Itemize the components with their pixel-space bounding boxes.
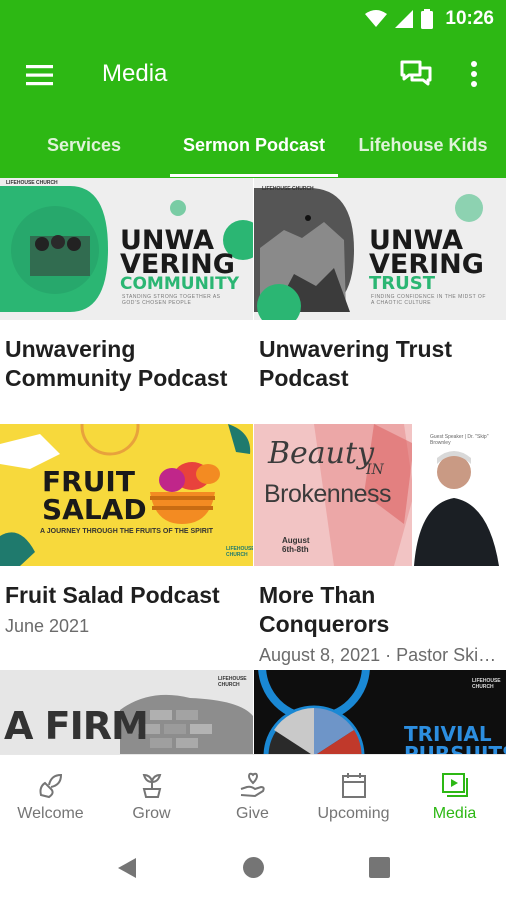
thumb-line1: FRUIT	[42, 465, 135, 498]
active-tab-indicator	[170, 174, 338, 177]
thumb-dates: August 6th-8th	[282, 536, 310, 554]
nav-media[interactable]: Media	[404, 755, 505, 843]
thumbnail-trivial-pursuits: TRIVIAL PURSUITS LIFEHOUSE CHURCH	[254, 670, 506, 754]
card-title: Fruit Salad Podcast	[5, 582, 220, 608]
menu-icon[interactable]	[25, 60, 55, 90]
nav-upcoming[interactable]: Upcoming	[303, 755, 404, 843]
thumb-brand: LIFEHOUSE CHURCH	[6, 180, 58, 186]
thumb-brand: LIFEHOUSE CHURCH	[262, 186, 314, 192]
media-card-unwavering-community[interactable]: UNWA VERING COMMUNITY STANDING STRONG TO…	[0, 178, 253, 424]
nav-label: Give	[236, 805, 269, 822]
thumbnail-fruit-salad: FRUIT SALAD A JOURNEY THROUGH THE FRUITS…	[0, 424, 253, 566]
media-card-more-than-conquerors[interactable]: Beauty IN Brokenness August 6th-8th Gues…	[254, 424, 506, 670]
app-bar: Media	[0, 36, 506, 112]
chat-icon[interactable]	[398, 56, 434, 92]
nav-give[interactable]: Give	[202, 755, 303, 843]
page-title: Media	[102, 60, 168, 87]
thumbnail-beauty-in-brokenness: Beauty IN Brokenness August 6th-8th Gues…	[254, 424, 506, 566]
nav-label: Media	[432, 805, 477, 822]
thumb-line2: Brokenness	[264, 480, 392, 508]
nav-grow[interactable]: Grow	[101, 755, 202, 843]
thumb-tagline: FINDING CONFIDENCE IN THE MIDST OF A CHA…	[371, 294, 486, 306]
back-icon[interactable]	[116, 856, 138, 880]
card-subtitle: June 2021	[5, 616, 90, 636]
media-card-unwavering-trust[interactable]: UNWA VERING TRUST FINDING CONFIDENCE IN …	[254, 178, 506, 424]
thumb-line1: A FIRM	[4, 704, 149, 748]
thumbnail-unwavering-trust: UNWA VERING TRUST FINDING CONFIDENCE IN …	[254, 178, 506, 320]
thumb-brand: LIFEHOUSE CHURCH	[226, 546, 253, 558]
bottom-navigation: Welcome Grow Give Upcoming Media	[0, 754, 506, 842]
thumb-guest: Guest Speaker | Dr. "Skip" Brownley	[430, 434, 489, 446]
card-subtitle: August 8, 2021 · Pastor Skip Brownley	[259, 645, 505, 665]
thumb-line2: SALAD	[42, 493, 147, 526]
thumb-script: IN	[366, 462, 384, 478]
recents-icon[interactable]	[369, 857, 390, 878]
media-card-trivial-pursuits[interactable]: TRIVIAL PURSUITS LIFEHOUSE CHURCH	[254, 670, 506, 754]
more-options-icon[interactable]	[462, 58, 486, 90]
status-time: 10:26	[445, 8, 494, 29]
media-grid: UNWA VERING COMMUNITY STANDING STRONG TO…	[0, 178, 506, 754]
system-navigation-bar	[0, 842, 506, 900]
tab-sermon-podcast[interactable]: Sermon Podcast	[170, 112, 338, 178]
thumbnail-a-firm: A FIRM LIFEHOUSE CHURCH	[0, 670, 253, 754]
media-card-a-firm[interactable]: A FIRM LIFEHOUSE CHURCH	[0, 670, 253, 754]
sprout-icon	[142, 773, 162, 798]
signal-icon	[395, 10, 414, 28]
nav-welcome[interactable]: Welcome	[0, 755, 101, 843]
hand-leaf-icon	[39, 773, 63, 799]
wifi-icon	[365, 10, 388, 27]
battery-icon	[421, 9, 434, 29]
thumb-line2: PURSUITS	[404, 742, 506, 754]
thumb-tagline: A JOURNEY THROUGH THE FRUITS OF THE SPIR…	[40, 528, 214, 535]
status-bar: 10:26	[0, 0, 506, 36]
thumb-brand: LIFEHOUSE CHURCH	[472, 678, 501, 690]
tab-services[interactable]: Services	[0, 112, 168, 178]
nav-label: Upcoming	[317, 805, 390, 822]
thumb-line3: TRUST	[369, 273, 435, 294]
card-title: Unwavering Community Podcast	[5, 336, 228, 391]
hand-heart-icon	[240, 772, 265, 798]
thumb-line3: COMMUNITY	[120, 274, 240, 294]
media-card-fruit-salad[interactable]: FRUIT SALAD A JOURNEY THROUGH THE FRUITS…	[0, 424, 253, 670]
tab-lifehouse-kids[interactable]: Lifehouse Kids	[340, 112, 506, 178]
nav-label: Grow	[132, 805, 171, 822]
nav-label: Welcome	[17, 805, 84, 822]
calendar-icon	[342, 773, 366, 798]
media-icon	[442, 773, 468, 797]
thumb-tagline: STANDING STRONG TOGETHER AS GOD'S CHOSEN…	[122, 294, 221, 306]
tab-bar: Services Sermon Podcast Lifehouse Kids	[0, 112, 506, 178]
thumb-brand: LIFEHOUSE CHURCH	[218, 676, 247, 688]
home-icon[interactable]	[242, 856, 265, 879]
card-title: More Than Conquerors	[259, 582, 390, 637]
thumb-line1: Beauty	[268, 436, 375, 471]
thumbnail-unwavering-community: UNWA VERING COMMUNITY STANDING STRONG TO…	[0, 178, 253, 320]
card-title: Unwavering Trust Podcast	[259, 336, 452, 391]
